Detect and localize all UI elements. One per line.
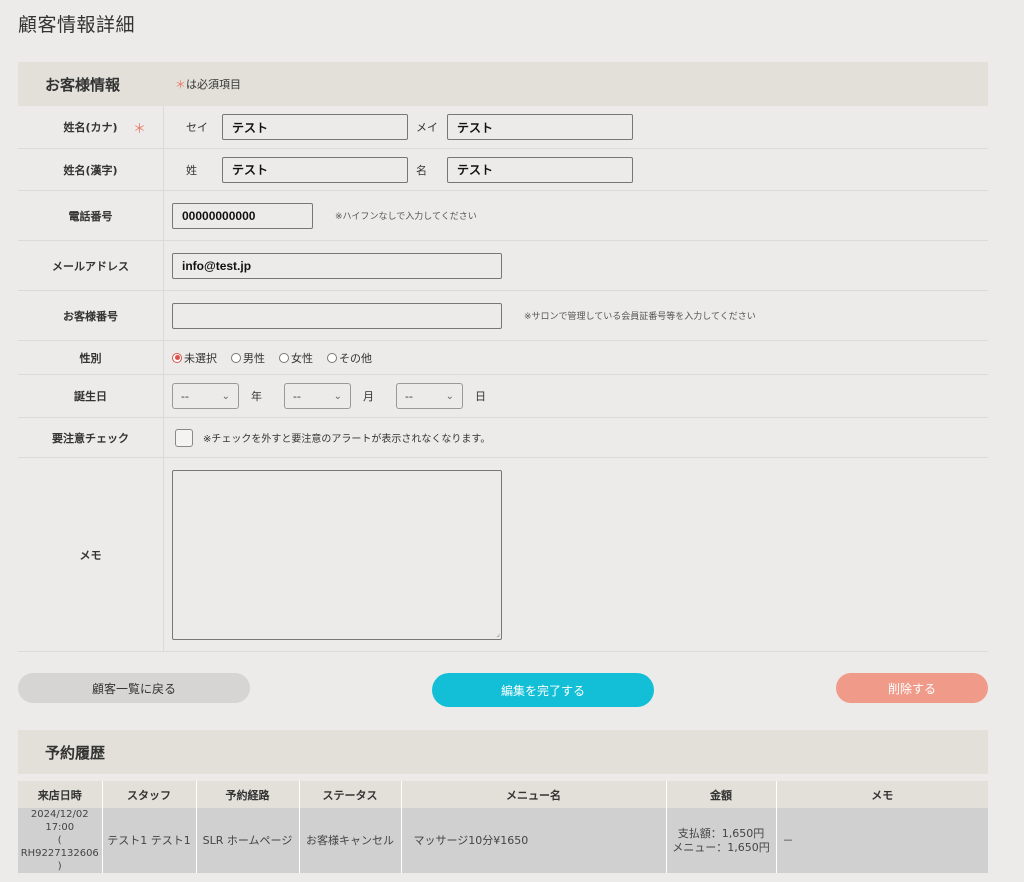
sei-kanji-label: 姓 — [186, 163, 197, 177]
col-memo: メモ — [776, 781, 988, 808]
radio-icon — [231, 352, 241, 363]
customer-number-hint: ※サロンで管理している会員証番号等を入力してください — [524, 312, 756, 322]
gender-radio-male[interactable]: 男性 — [231, 350, 265, 366]
mei-kana-label: メイ — [416, 121, 438, 134]
email-label: メールアドレス — [18, 241, 164, 290]
cell-memo: － — [776, 808, 988, 873]
row-caution: 要注意チェック ※チェックを外すと要注意のアラートが表示されなくなります。 — [18, 418, 988, 458]
cell-route: SLR ホームページ — [196, 808, 300, 873]
sei-kana-label: セイ — [186, 121, 208, 134]
customer-form: 姓名(カナ) ＊ セイ テスト メイ テスト 姓名(漢字) 姓 テスト 名 テス… — [18, 106, 988, 652]
table-row[interactable]: 2024/12/02 17:00 ( RH9227132606 ) テスト1 テ… — [18, 808, 988, 873]
memo-label: メモ — [18, 458, 164, 651]
cell-datetime: 2024/12/02 17:00 ( RH9227132606 ) — [18, 808, 103, 873]
history-table: 来店日時 スタッフ 予約経路 ステータス メニュー名 金額 メモ 2024/12… — [18, 781, 988, 873]
row-memo: メモ ⌟ — [18, 458, 988, 652]
required-star: ＊ — [132, 121, 146, 137]
complete-edit-button[interactable]: 編集を完了する — [432, 673, 654, 707]
mei-kanji-input[interactable]: テスト — [447, 156, 633, 183]
history-section-header: 予約履歴 — [18, 730, 988, 774]
mei-kanji-label: 名 — [416, 163, 427, 177]
phone-input[interactable]: 00000000000 — [172, 202, 313, 229]
birth-month-select[interactable]: -- ⌄ — [284, 383, 351, 409]
birth-day-select[interactable]: -- ⌄ — [396, 383, 463, 409]
gender-radio-female[interactable]: 女性 — [279, 350, 313, 366]
back-to-list-button[interactable]: 顧客一覧に戻る — [18, 673, 250, 703]
radio-checked-icon — [172, 352, 182, 363]
customer-number-input[interactable] — [172, 302, 502, 329]
sei-kanji-input[interactable]: テスト — [222, 156, 408, 183]
row-birthday: 誕生日 -- ⌄ 年 -- ⌄ 月 -- ⌄ 日 — [18, 375, 988, 418]
delete-button[interactable]: 削除する — [836, 673, 988, 703]
email-input[interactable]: info@test.jp — [172, 252, 502, 279]
col-amount: 金額 — [666, 781, 777, 808]
cell-status: お客様キャンセル — [299, 808, 402, 873]
cell-staff: テスト1 テスト1 — [102, 808, 197, 873]
birthday-label: 誕生日 — [18, 375, 164, 417]
radio-icon — [279, 352, 289, 363]
row-customer-number: お客様番号 ※サロンで管理している会員証番号等を入力してください — [18, 291, 988, 341]
phone-hint: ※ハイフンなしで入力してください — [335, 212, 477, 222]
year-label: 年 — [251, 390, 262, 403]
birth-year-select[interactable]: -- ⌄ — [172, 383, 239, 409]
memo-textarea[interactable]: ⌟ — [172, 469, 502, 640]
customer-section-header: お客様情報 ＊は必須項目 — [18, 62, 988, 106]
chevron-down-icon: ⌄ — [445, 390, 454, 402]
name-kanji-label: 姓名(漢字) — [18, 149, 164, 190]
col-route: 予約経路 — [196, 781, 300, 808]
sei-kana-input[interactable]: テスト — [222, 114, 408, 140]
cell-amount: 支払額：1,650円 メニュー：1,650円 — [666, 808, 777, 873]
phone-label: 電話番号 — [18, 191, 164, 240]
month-label: 月 — [363, 390, 374, 403]
required-note: ＊は必須項目 — [175, 78, 242, 91]
customer-section-title: お客様情報 — [45, 75, 121, 94]
gender-radio-other[interactable]: その他 — [327, 350, 372, 366]
cell-menu: マッサージ10分¥1650 — [401, 808, 667, 873]
col-status: ステータス — [299, 781, 402, 808]
gender-radio-unselected[interactable]: 未選択 — [172, 350, 217, 366]
chevron-down-icon: ⌄ — [333, 390, 342, 402]
row-name-kana: 姓名(カナ) ＊ セイ テスト メイ テスト — [18, 106, 988, 149]
caution-label: 要注意チェック — [18, 418, 164, 457]
customer-number-label: お客様番号 — [18, 291, 164, 340]
radio-icon — [327, 352, 337, 363]
row-gender: 性別 未選択 男性 女性 その他 — [18, 341, 988, 375]
history-header-row: 来店日時 スタッフ 予約経路 ステータス メニュー名 金額 メモ — [18, 781, 988, 808]
col-visit-datetime: 来店日時 — [18, 781, 103, 808]
row-phone: 電話番号 00000000000 ※ハイフンなしで入力してください — [18, 191, 988, 241]
col-staff: スタッフ — [102, 781, 197, 808]
mei-kana-input[interactable]: テスト — [447, 114, 633, 140]
day-label: 日 — [475, 390, 486, 403]
gender-label: 性別 — [18, 341, 164, 374]
col-menu: メニュー名 — [401, 781, 667, 808]
history-section-title: 予約履歴 — [45, 743, 106, 762]
chevron-down-icon: ⌄ — [221, 390, 230, 402]
row-email: メールアドレス info@test.jp — [18, 241, 988, 291]
page-title: 顧客情報詳細 — [18, 14, 136, 36]
row-name-kanji: 姓名(漢字) 姓 テスト 名 テスト — [18, 149, 988, 191]
resize-handle-icon[interactable]: ⌟ — [496, 629, 500, 638]
name-kana-label: 姓名(カナ) ＊ — [18, 106, 164, 148]
caution-checkbox[interactable] — [175, 428, 193, 447]
caution-note: ※チェックを外すと要注意のアラートが表示されなくなります。 — [203, 434, 491, 445]
